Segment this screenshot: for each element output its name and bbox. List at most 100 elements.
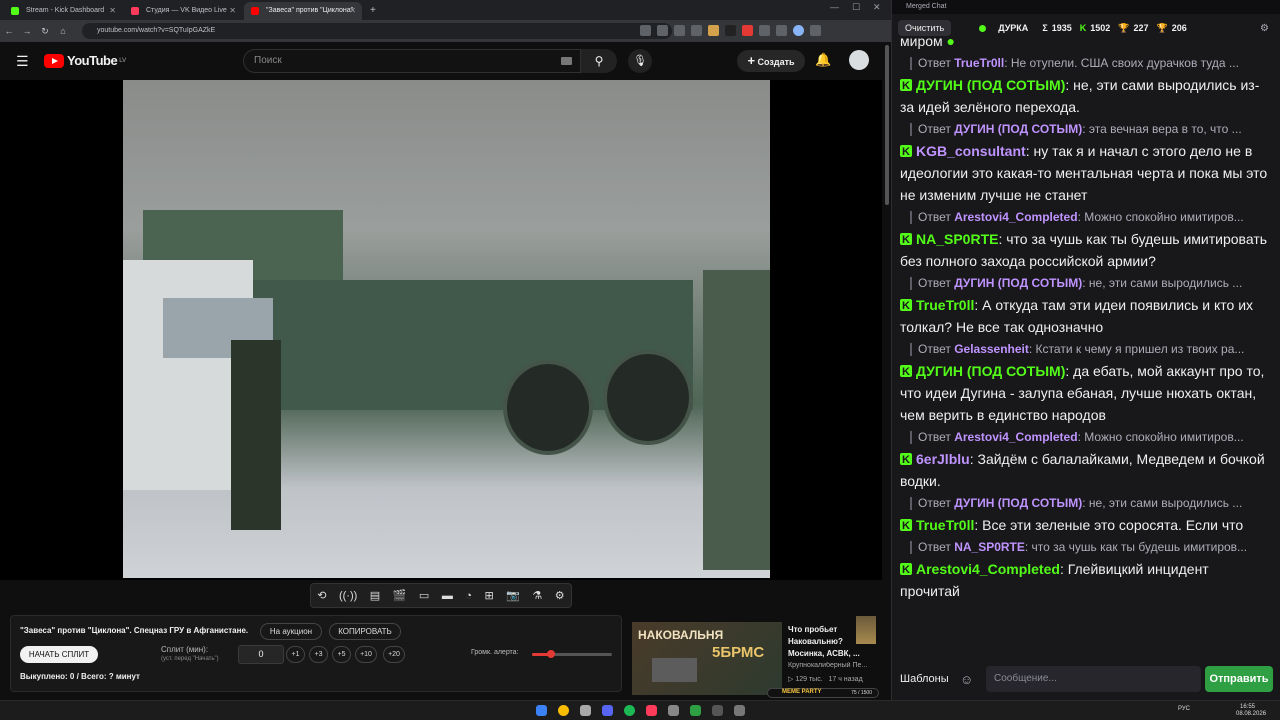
page-scrollbar[interactable] — [884, 45, 890, 695]
increment-5-button[interactable]: +5 — [332, 646, 351, 663]
alert-volume-knob[interactable] — [547, 650, 556, 658]
message-nick[interactable]: KGB_consultant — [916, 143, 1026, 159]
tab-vk-studio[interactable]: Студия — VK Видео Live ✕ — [124, 2, 242, 20]
window-icon[interactable]: ▭ — [419, 589, 429, 602]
suggested-video[interactable]: НАКОВАЛЬНЯ 5БРМС Что пробьет Наковальню?… — [632, 622, 882, 698]
home-icon[interactable]: ⌂ — [54, 26, 72, 36]
gear-icon[interactable]: ⚙ — [555, 589, 565, 602]
message-nick[interactable]: ДУГИН (ПОД СОТЫМ) — [916, 363, 1065, 379]
video-player[interactable] — [0, 80, 882, 644]
chat-window-title: Merged Chat — [892, 0, 1280, 14]
message-nick[interactable]: TrueTr0ll — [916, 517, 974, 533]
camera-icon[interactable]: 📷 — [506, 589, 520, 602]
close-window-icon[interactable]: ✕ — [873, 2, 881, 13]
scrollbar-thumb[interactable] — [885, 45, 889, 205]
forward-icon[interactable]: → — [18, 26, 36, 36]
message-nick[interactable]: NA_SP0RTE — [916, 231, 998, 247]
maximize-icon[interactable]: ☐ — [852, 2, 860, 13]
increment-20-button[interactable]: +20 — [383, 646, 405, 663]
split-minutes-input[interactable]: 0 — [238, 645, 284, 664]
search-input[interactable]: Поиск — [243, 49, 581, 73]
search-button[interactable]: ⚲ — [581, 49, 617, 73]
reply-nick[interactable]: Arestovi4_Completed — [954, 210, 1077, 224]
message-nick[interactable]: TrueTr0ll — [916, 297, 974, 313]
bookmark-star-icon[interactable] — [691, 25, 702, 36]
clock-date[interactable]: 08.08.2026 — [1236, 711, 1266, 717]
download-icon[interactable] — [776, 25, 787, 36]
reply-nick[interactable]: TrueTr0ll — [954, 56, 1004, 70]
extension-icon[interactable] — [725, 25, 736, 36]
tab-youtube-video[interactable]: "Завеса" против "Циклона" ✕ — [244, 2, 362, 20]
message-nick[interactable]: ДУГИН (ПОД СОТЫМ) — [916, 77, 1065, 93]
close-tab-icon[interactable]: ✕ — [349, 2, 356, 20]
create-button[interactable]: + Создать — [737, 50, 805, 72]
reply-prefix: Ответ — [918, 540, 951, 554]
loop-icon[interactable]: ⟲ — [317, 589, 326, 602]
message-nick[interactable]: Arestovi4_Completed — [916, 561, 1060, 577]
meme-party-count: 75 / 1500 — [851, 690, 872, 696]
app-icon[interactable] — [668, 705, 679, 716]
reply-nick[interactable]: Gelassenheit — [954, 342, 1029, 356]
start-split-button[interactable]: НАЧАТЬ СПЛИТ — [20, 646, 98, 663]
new-tab-button[interactable]: + — [364, 2, 382, 20]
reply-text: : не, эти сами выродились ... — [1082, 276, 1243, 290]
app-icon[interactable] — [734, 705, 745, 716]
share-icon[interactable] — [674, 25, 685, 36]
emoji-smile-icon[interactable]: ☺ — [960, 672, 978, 687]
minimize-icon[interactable]: — — [830, 2, 839, 12]
app-icon[interactable] — [646, 705, 657, 716]
close-tab-icon[interactable]: ✕ — [109, 2, 116, 20]
app-icon[interactable] — [712, 705, 723, 716]
clapper-icon[interactable]: 🎬 — [393, 589, 407, 602]
back-icon[interactable]: ← — [0, 26, 18, 36]
message-input[interactable]: Сообщение... — [986, 666, 1201, 692]
alert-volume-slider[interactable] — [532, 650, 612, 658]
increment-3-button[interactable]: +3 — [309, 646, 328, 663]
profile-avatar-icon[interactable] — [793, 25, 804, 36]
reply-nick[interactable]: ДУГИН (ПОД СОТЫМ) — [954, 496, 1082, 510]
language-indicator[interactable]: РУС — [1178, 706, 1190, 712]
extension-icons — [640, 25, 821, 36]
tab-kick-dashboard[interactable]: Stream - Kick Dashboard ✕ — [4, 2, 122, 20]
close-tab-icon[interactable]: ✕ — [229, 2, 236, 20]
truck-right — [703, 270, 770, 570]
windows-start-icon[interactable] — [536, 705, 547, 716]
zoom-icon[interactable] — [640, 25, 651, 36]
avatar[interactable] — [849, 50, 869, 70]
broadcast-icon[interactable]: ((·)) — [339, 590, 357, 602]
speedometer-icon[interactable]: ◔ — [465, 590, 472, 602]
extension-icon[interactable] — [708, 25, 719, 36]
theater-icon[interactable]: ▬ — [442, 590, 453, 602]
extension-icon[interactable] — [742, 25, 753, 36]
flask-icon[interactable]: ⚗ — [532, 589, 542, 602]
spotify-icon[interactable] — [624, 705, 635, 716]
copy-button[interactable]: КОПИРОВАТЬ — [329, 623, 401, 640]
templates-button[interactable]: Шаблоны — [900, 673, 952, 685]
hamburger-menu-icon[interactable]: ☰ — [16, 53, 29, 70]
notifications-bell-icon[interactable]: 🔔 — [815, 52, 831, 68]
reply-nick[interactable]: Arestovi4_Completed — [954, 430, 1077, 444]
add-box-icon[interactable]: ⊞ — [484, 589, 493, 602]
increment-1-button[interactable]: +1 — [286, 646, 305, 663]
keyboard-icon[interactable] — [561, 57, 572, 65]
playlist-icon[interactable]: ▤ — [370, 589, 380, 602]
reply-nick[interactable]: ДУГИН (ПОД СОТЫМ) — [954, 276, 1082, 290]
reload-icon[interactable]: ↻ — [36, 26, 54, 37]
menu-dots-icon[interactable] — [810, 25, 821, 36]
increment-10-button[interactable]: +10 — [355, 646, 377, 663]
extensions-puzzle-icon[interactable] — [759, 25, 770, 36]
message-nick[interactable]: 6erJlblu — [916, 451, 970, 467]
reply-nick[interactable]: ДУГИН (ПОД СОТЫМ) — [954, 122, 1082, 136]
url-field[interactable]: youtube.com/watch?v=SQTuIpGAZkE — [82, 23, 672, 39]
clock-time[interactable]: 16:55 — [1240, 704, 1255, 710]
cast-icon[interactable] — [657, 25, 668, 36]
chrome-icon[interactable] — [558, 705, 569, 716]
explorer-icon[interactable] — [580, 705, 591, 716]
app-icon[interactable] — [690, 705, 701, 716]
auction-button[interactable]: На аукцион — [260, 623, 322, 640]
discord-icon[interactable] — [602, 705, 613, 716]
send-button[interactable]: Отправить — [1205, 666, 1273, 692]
youtube-logo[interactable]: YouTube LV — [44, 53, 126, 68]
reply-nick[interactable]: NA_SP0RTE — [954, 540, 1025, 554]
voice-search-button[interactable]: 🎙 — [628, 49, 652, 73]
